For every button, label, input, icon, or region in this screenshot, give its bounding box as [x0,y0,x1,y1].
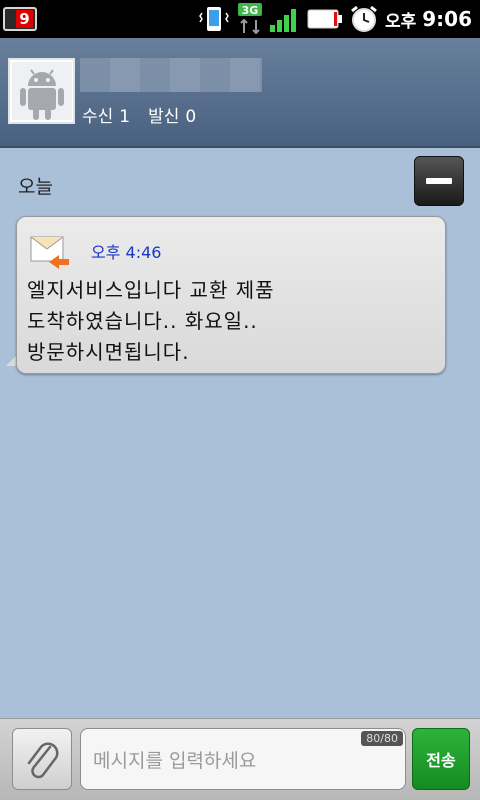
date-header: 오늘 [18,176,53,198]
message-input-placeholder: 메시지를 입력하세요 [93,749,257,772]
paperclip-icon [27,742,59,779]
message-time: 오후 4:46 [91,243,162,262]
message-bubble[interactable]: 오후 4:46 엘지서비스입니다 교환 제품 도착하였습니다.. 화요일.. 방… [16,216,446,374]
android-avatar-icon [11,62,72,120]
collapse-button[interactable] [414,156,464,206]
message-text: 엘지서비스입니다 교환 제품 도착하였습니다.. 화요일.. 방문하시면됩니다. [27,278,275,364]
received-count: 수신 1 [82,107,131,127]
message-counts: 수신 1 발신 0 [82,102,196,127]
send-button[interactable]: 전송 [412,728,470,790]
contact-name-redacted [80,58,262,92]
status-icons: 3G 오후 9:06 [197,0,472,38]
status-bar: 9 3G 오후 9:06 [0,0,480,38]
alarm-clock-icon [351,5,377,32]
message-input[interactable]: 메시지를 입력하세요 80/80 [80,728,406,790]
incoming-mail-icon [30,236,69,269]
notification-badge[interactable]: 9 [3,7,37,31]
battery-icon [307,9,342,29]
contact-header: 수신 1 발신 0 [0,38,480,148]
contact-avatar[interactable] [8,58,75,124]
compose-bar: 메시지를 입력하세요 80/80 전송 [0,718,480,800]
minus-icon [426,178,452,184]
sent-count: 발신 0 [148,107,197,127]
signal-strength-icon [269,9,296,32]
notification-count: 9 [16,10,33,28]
vibrate-phone-icon [199,7,229,31]
attach-button[interactable] [12,728,72,790]
status-time: 9:06 [422,7,472,31]
status-ampm: 오후 [384,11,417,32]
svg-text:3G: 3G [242,4,259,17]
char-counter: 80/80 [361,731,403,746]
3g-data-icon: 3G [237,3,262,35]
